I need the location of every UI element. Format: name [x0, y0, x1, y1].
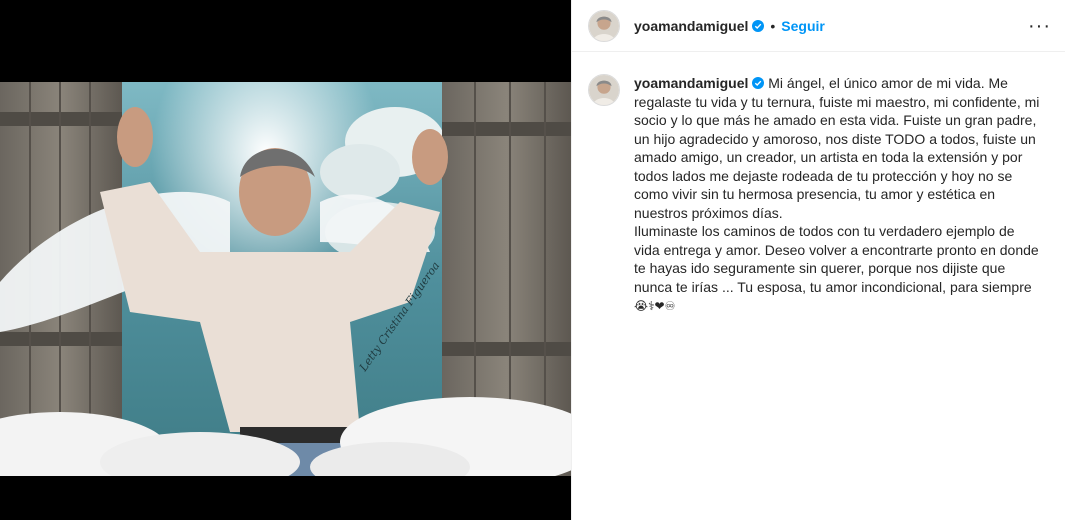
follow-button[interactable]: Seguir: [781, 18, 825, 34]
caption-paragraph-2: Iluminaste los caminos de todos con tu v…: [634, 223, 1039, 295]
caption-text: yoamandamiguel Mi ángel, el único amor d…: [634, 74, 1044, 316]
post-header: yoamandamiguel • Seguir ···: [572, 0, 1065, 52]
author-avatar[interactable]: [588, 9, 620, 42]
more-options-icon[interactable]: ···: [1028, 16, 1051, 36]
post-sidebar: yoamandamiguel • Seguir ··· yoamandamigu…: [571, 0, 1065, 520]
header-separator: •: [770, 17, 776, 34]
caption-paragraph-1: Mi ángel, el único amor de mi vida. Me r…: [634, 75, 1040, 221]
post-caption: yoamandamiguel Mi ángel, el único amor d…: [572, 52, 1065, 316]
verified-badge-icon: [752, 19, 765, 32]
instagram-post: Letty Cristina Figueroa yoamandamiguel •…: [0, 0, 1065, 520]
post-image: Letty Cristina Figueroa: [0, 82, 571, 476]
caption-username[interactable]: yoamandamiguel: [634, 75, 748, 91]
caption-emojis: 😭⚕❤♾: [634, 299, 676, 313]
post-media[interactable]: Letty Cristina Figueroa: [0, 0, 571, 520]
caption-author-avatar[interactable]: [588, 74, 620, 106]
caption-verified-badge-icon: [752, 77, 765, 89]
author-username[interactable]: yoamandamiguel: [634, 18, 748, 34]
